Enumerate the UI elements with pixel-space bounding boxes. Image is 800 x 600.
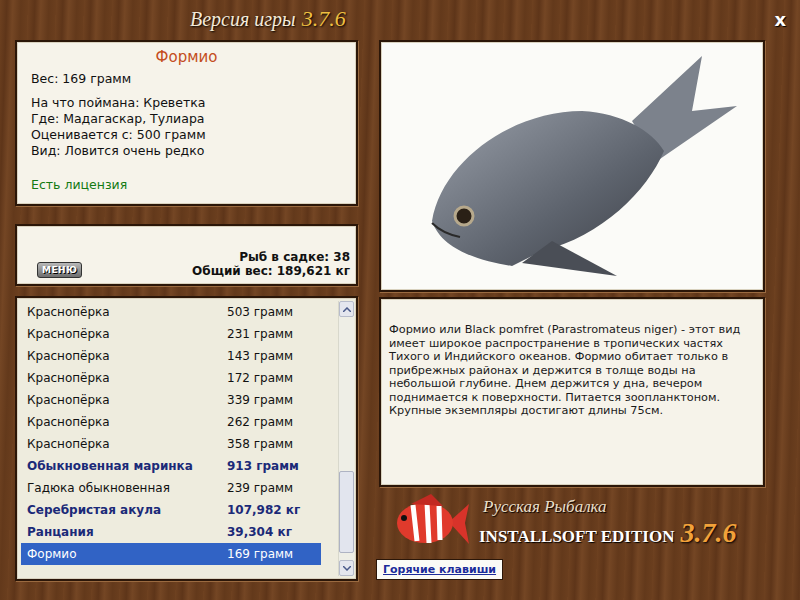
- catch-rows: Краснопёрка503 граммКраснопёрка231 грамм…: [21, 301, 338, 576]
- fish-photo-icon: [402, 51, 742, 281]
- catch-row[interactable]: Формио169 грамм: [21, 543, 321, 565]
- logo-version: 3.7.6: [680, 517, 736, 549]
- fish-info-line: Вид: Ловится очень редко: [31, 143, 342, 159]
- fish-info-panel: Формио Вес: 169 грамм На что поймана: Крев…: [15, 40, 358, 206]
- catch-row[interactable]: Краснопёрка262 грамм: [21, 411, 321, 433]
- catch-list: Краснопёрка503 граммКраснопёрка231 грамм…: [15, 296, 358, 581]
- catch-name: Краснопёрка: [27, 393, 227, 407]
- logo-fish-icon: [391, 492, 471, 554]
- catch-name: Серебристая акула: [27, 503, 227, 517]
- arrow-up-icon: [343, 307, 351, 312]
- logo-edition-line: INSTALLSOFT EDITION 3.7.6: [479, 517, 736, 549]
- arrow-down-icon: [343, 566, 351, 571]
- left-column: Формио Вес: 169 грамм На что поймана: Крев…: [15, 40, 358, 600]
- catch-name: Краснопёрка: [27, 305, 227, 319]
- catch-row[interactable]: Гадюка обыкновенная239 грамм: [21, 477, 321, 499]
- game-logo: Русская Рыбалка INSTALLSOFT EDITION 3.7.6: [379, 487, 765, 559]
- catch-name: Ранцания: [27, 525, 227, 539]
- catch-weight: 143 грамм: [227, 349, 293, 363]
- fish-weight: Вес: 169 грамм: [31, 71, 342, 87]
- hotkeys-button[interactable]: Горячие клавиши: [376, 559, 503, 580]
- fish-info-line: Где: Мадагаскар, Тулиара: [31, 111, 342, 127]
- window-title: Версия игры3.7.6: [190, 6, 346, 32]
- catch-name: Краснопёрка: [27, 437, 227, 451]
- catch-name: Обыкновенная маринка: [27, 459, 227, 473]
- fish-image-panel: [379, 40, 765, 292]
- logo-texts: Русская Рыбалка INSTALLSOFT EDITION 3.7.6: [479, 497, 736, 549]
- catch-weight: 339 грамм: [227, 393, 293, 407]
- scrollbar[interactable]: [338, 301, 354, 576]
- logo-edition: INSTALLSOFT EDITION: [479, 527, 674, 547]
- total-weight: Общий вес: 189,621 кг: [192, 264, 350, 278]
- catch-row[interactable]: Краснопёрка143 грамм: [21, 345, 321, 367]
- catch-name: Краснопёрка: [27, 327, 227, 341]
- catch-weight: 172 грамм: [227, 371, 293, 385]
- menu-button[interactable]: МЕНЮ: [37, 262, 82, 278]
- fishing-window: Версия игры3.7.6 x Формио Вес: 169 грамм На …: [0, 0, 800, 600]
- catch-row[interactable]: Краснопёрка339 грамм: [21, 389, 321, 411]
- main-area: Формио Вес: 169 грамм На что поймана: Крев…: [0, 38, 800, 600]
- catch-name: Краснопёрка: [27, 371, 227, 385]
- scroll-up-button[interactable]: [339, 301, 354, 317]
- keepnet-stats-panel: МЕНЮ Рыб в садке: 38Общий вес: 189,621 кг: [15, 224, 358, 286]
- license-status: Есть лицензия: [31, 177, 342, 192]
- catch-weight: 107,982 кг: [227, 503, 300, 517]
- logo-title: Русская Рыбалка: [479, 497, 736, 517]
- catch-row[interactable]: Краснопёрка503 грамм: [21, 301, 321, 323]
- catch-row[interactable]: Краснопёрка358 грамм: [21, 433, 321, 455]
- catch-name: Краснопёрка: [27, 415, 227, 429]
- catch-row[interactable]: Обыкновенная маринка913 грамм: [21, 455, 321, 477]
- title-version: 3.7.6: [302, 6, 346, 32]
- right-column: Формио или Black pomfret (Parastromateus…: [379, 40, 765, 600]
- catch-weight: 169 грамм: [227, 547, 293, 561]
- title-bar: Версия игры3.7.6 x: [0, 0, 800, 38]
- catch-row[interactable]: Краснопёрка231 грамм: [21, 323, 321, 345]
- fish-description: Формио или Black pomfret (Parastromateus…: [379, 297, 765, 487]
- catch-weight: 231 грамм: [227, 327, 293, 341]
- catch-weight: 503 грамм: [227, 305, 293, 319]
- catch-name: Формио: [27, 547, 227, 561]
- scroll-track[interactable]: [339, 317, 354, 560]
- catch-weight: 358 грамм: [227, 437, 293, 451]
- scroll-down-button[interactable]: [339, 560, 354, 576]
- catch-row[interactable]: Ранцания39,304 кг: [21, 521, 321, 543]
- fish-info-line: На что поймана: Креветка: [31, 95, 342, 111]
- catch-weight: 39,304 кг: [227, 525, 292, 539]
- catch-name: Гадюка обыкновенная: [27, 481, 227, 495]
- fish-name: Формио: [31, 48, 342, 66]
- fish-count: Рыб в садке: 38: [192, 250, 350, 264]
- fish-info-line: Оценивается с: 500 грамм: [31, 127, 342, 143]
- catch-weight: 239 грамм: [227, 481, 293, 495]
- catch-weight: 262 грамм: [227, 415, 293, 429]
- scroll-thumb[interactable]: [339, 471, 354, 553]
- catch-name: Краснопёрка: [27, 349, 227, 363]
- catch-weight: 913 грамм: [227, 459, 299, 473]
- close-button[interactable]: x: [770, 9, 790, 30]
- catch-row[interactable]: Серебристая акула107,982 кг: [21, 499, 321, 521]
- catch-row[interactable]: Краснопёрка172 грамм: [21, 367, 321, 389]
- keepnet-stats: Рыб в садке: 38Общий вес: 189,621 кг: [192, 250, 350, 278]
